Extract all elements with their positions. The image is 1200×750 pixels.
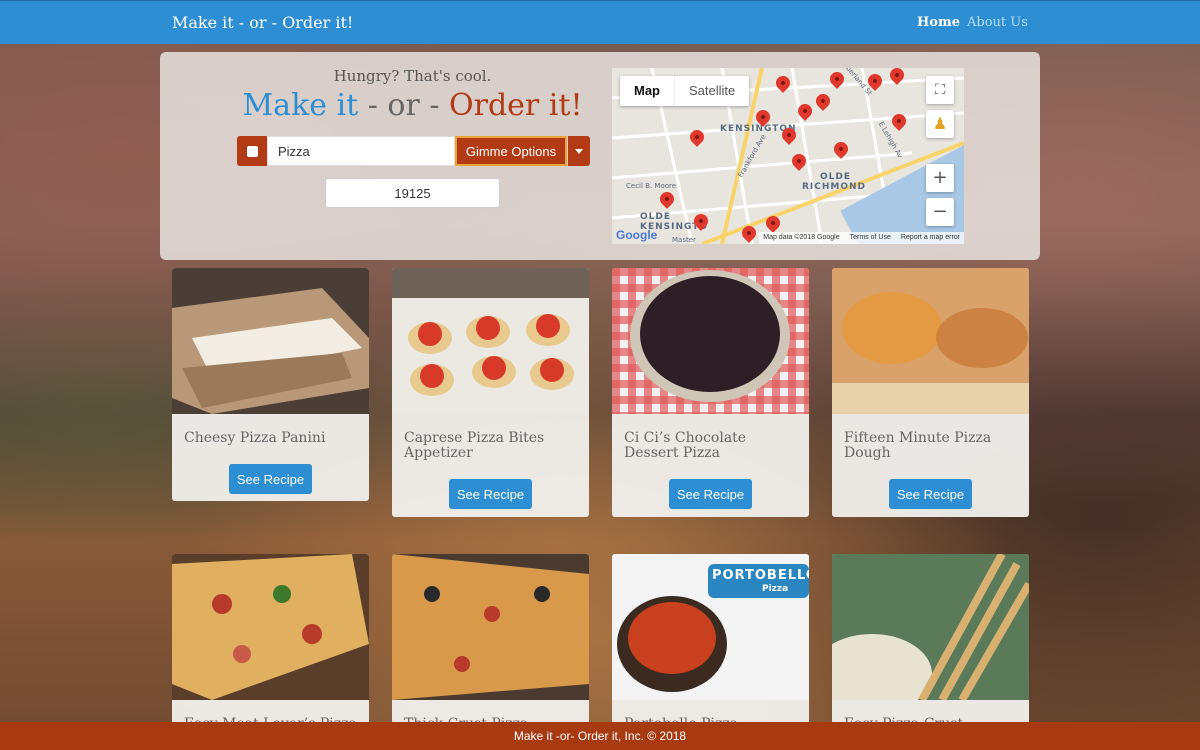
- recipe-card: Thick-Crust Pizza: [392, 554, 589, 724]
- pegman-icon[interactable]: ♟: [926, 110, 954, 138]
- recipe-card: Caprese Pizza Bites Appetizer See Recipe: [392, 268, 589, 517]
- recipe-image[interactable]: [172, 268, 369, 414]
- tagline: Hungry? That's cool.: [333, 67, 492, 85]
- recipe-title: Cheesy Pizza Panini: [184, 430, 326, 446]
- zoom-in-button[interactable]: +: [926, 164, 954, 192]
- recipe-title: Fifteen Minute Pizza Dough: [844, 430, 992, 461]
- map-data-credit: Map data ©2018 Google: [763, 234, 840, 241]
- recipe-card: Easy Meat Lover’s Pizza: [172, 554, 369, 724]
- page-title: Make it - or - Order it!: [160, 88, 665, 123]
- hero-panel: Hungry? That's cool. Make it - or - Orde…: [160, 52, 1040, 260]
- portobello-image-subtext: Pizza: [762, 584, 789, 594]
- map-widget[interactable]: Map Satellite ⛶ ♟ + − KENSINGTON OLDE RI…: [612, 68, 964, 244]
- recipe-card: Cheesy Pizza Panini See Recipe: [172, 268, 369, 501]
- title-order: Order it!: [449, 88, 583, 123]
- map-type-switch: Map Satellite: [620, 76, 750, 106]
- gimme-options-button[interactable]: Gimme Options: [455, 136, 567, 166]
- see-recipe-button[interactable]: See Recipe: [449, 479, 532, 509]
- see-recipe-button[interactable]: See Recipe: [889, 479, 972, 509]
- brand-title[interactable]: Make it - or - Order it!: [172, 13, 353, 32]
- recipe-image[interactable]: [832, 268, 1029, 414]
- zoom-out-button[interactable]: −: [926, 198, 954, 226]
- recipe-image[interactable]: [172, 554, 369, 700]
- page-footer: Make it -or- Order it, Inc. © 2018: [0, 722, 1200, 750]
- report-map-error-link[interactable]: Report a map error: [901, 234, 960, 242]
- map-tab[interactable]: Map: [620, 76, 674, 106]
- map-label-richmond: RICHMOND: [802, 182, 867, 192]
- map-street-master: Master: [672, 236, 696, 244]
- recipe-image[interactable]: [832, 554, 1029, 714]
- recipe-image[interactable]: [392, 554, 589, 700]
- search-row: Gimme Options: [237, 136, 590, 166]
- title-separator: - or -: [358, 88, 450, 123]
- fullscreen-icon[interactable]: ⛶: [926, 76, 954, 104]
- map-label-olde-2: OLDE: [640, 212, 672, 222]
- options-dropdown-button[interactable]: [568, 136, 590, 166]
- recipe-card: PORTOBELLO Pizza Portobello Pizza: [612, 554, 809, 724]
- nav-about-link[interactable]: About Us: [967, 15, 1028, 30]
- map-attribution: Map data ©2018 Google Terms of Use Repor…: [759, 232, 964, 244]
- recipe-title: Caprese Pizza Bites Appetizer: [404, 430, 545, 461]
- satellite-tab[interactable]: Satellite: [674, 76, 749, 106]
- navbar: Make it - or - Order it! Home About Us: [0, 0, 1200, 44]
- food-search-input[interactable]: [267, 136, 455, 166]
- see-recipe-button[interactable]: See Recipe: [669, 479, 752, 509]
- nav-home-link[interactable]: Home: [917, 15, 960, 30]
- map-label-olde: OLDE: [820, 172, 852, 182]
- recipe-card: Ci Ci’s Chocolate Dessert Pizza See Reci…: [612, 268, 809, 517]
- recipe-title: Ci Ci’s Chocolate Dessert Pizza: [624, 430, 747, 461]
- google-logo: Google: [616, 228, 658, 242]
- recipe-card: Fifteen Minute Pizza Dough See Recipe: [832, 268, 1029, 517]
- option-checkbox[interactable]: [237, 136, 267, 166]
- recipe-image[interactable]: [612, 268, 809, 414]
- checkbox-inner: [246, 145, 258, 157]
- terms-of-use-link[interactable]: Terms of Use: [850, 234, 891, 242]
- zip-code-input[interactable]: [325, 178, 500, 208]
- see-recipe-button[interactable]: See Recipe: [229, 464, 312, 494]
- map-street-cecil: Cecil B. Moore: [626, 182, 677, 190]
- caret-down-icon: [575, 148, 583, 154]
- recipe-card: Easy Pizza-Crust: [832, 554, 1029, 724]
- recipe-image[interactable]: [392, 268, 589, 414]
- title-make: Make it: [242, 88, 359, 123]
- portobello-image-text: PORTOBELLO: [712, 568, 809, 583]
